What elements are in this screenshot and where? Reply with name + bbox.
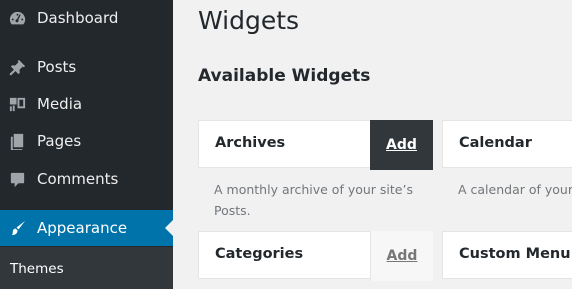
widget-custom-menu[interactable]: Custom Menu [442, 231, 572, 279]
sidebar-item-label: Comments [37, 170, 119, 188]
admin-sidebar: Dashboard Posts Media Pages Comments App… [0, 0, 173, 289]
widget-description: A monthly archive of your site’s Posts. [214, 179, 424, 221]
widget-title: Custom Menu [459, 246, 571, 262]
sidebar-item-comments[interactable]: Comments [0, 161, 173, 197]
widget-title: Categories [215, 246, 304, 262]
pages-icon [7, 131, 27, 151]
sidebar-item-label: Pages [37, 132, 82, 150]
widget-calendar[interactable]: Calendar [442, 120, 572, 168]
widget-description-line: Posts. [214, 203, 251, 218]
widget-categories[interactable]: Categories Add [198, 231, 433, 281]
brush-icon [7, 218, 27, 238]
current-menu-arrow [165, 220, 173, 236]
sidebar-item-label: Media [37, 95, 83, 113]
sidebar-item-label: Appearance [37, 219, 128, 237]
sidebar-item-media[interactable]: Media [0, 86, 173, 122]
widget-description-line: A monthly archive of your site’s [214, 182, 413, 197]
widget-title: Archives [215, 135, 286, 151]
sidebar-item-appearance[interactable]: Appearance [0, 210, 173, 246]
widget-description: A calendar of your [458, 182, 572, 197]
submenu-item-themes[interactable]: Themes [10, 261, 64, 277]
dashboard-icon [7, 8, 27, 28]
appearance-submenu: Themes [0, 247, 173, 289]
widget-title: Calendar [459, 135, 532, 151]
comment-icon [7, 169, 27, 189]
sidebar-item-dashboard[interactable]: Dashboard [0, 0, 173, 36]
section-title: Available Widgets [198, 66, 371, 86]
page-title: Widgets [198, 6, 300, 35]
add-widget-button[interactable]: Add [370, 231, 433, 281]
pin-icon [7, 57, 27, 77]
widget-archives[interactable]: Archives Add [198, 120, 433, 170]
sidebar-item-pages[interactable]: Pages [0, 123, 173, 159]
sidebar-item-label: Dashboard [37, 9, 119, 27]
media-icon [7, 94, 27, 114]
sidebar-item-posts[interactable]: Posts [0, 49, 173, 85]
sidebar-item-label: Posts [37, 58, 77, 76]
add-widget-button[interactable]: Add [370, 120, 433, 170]
